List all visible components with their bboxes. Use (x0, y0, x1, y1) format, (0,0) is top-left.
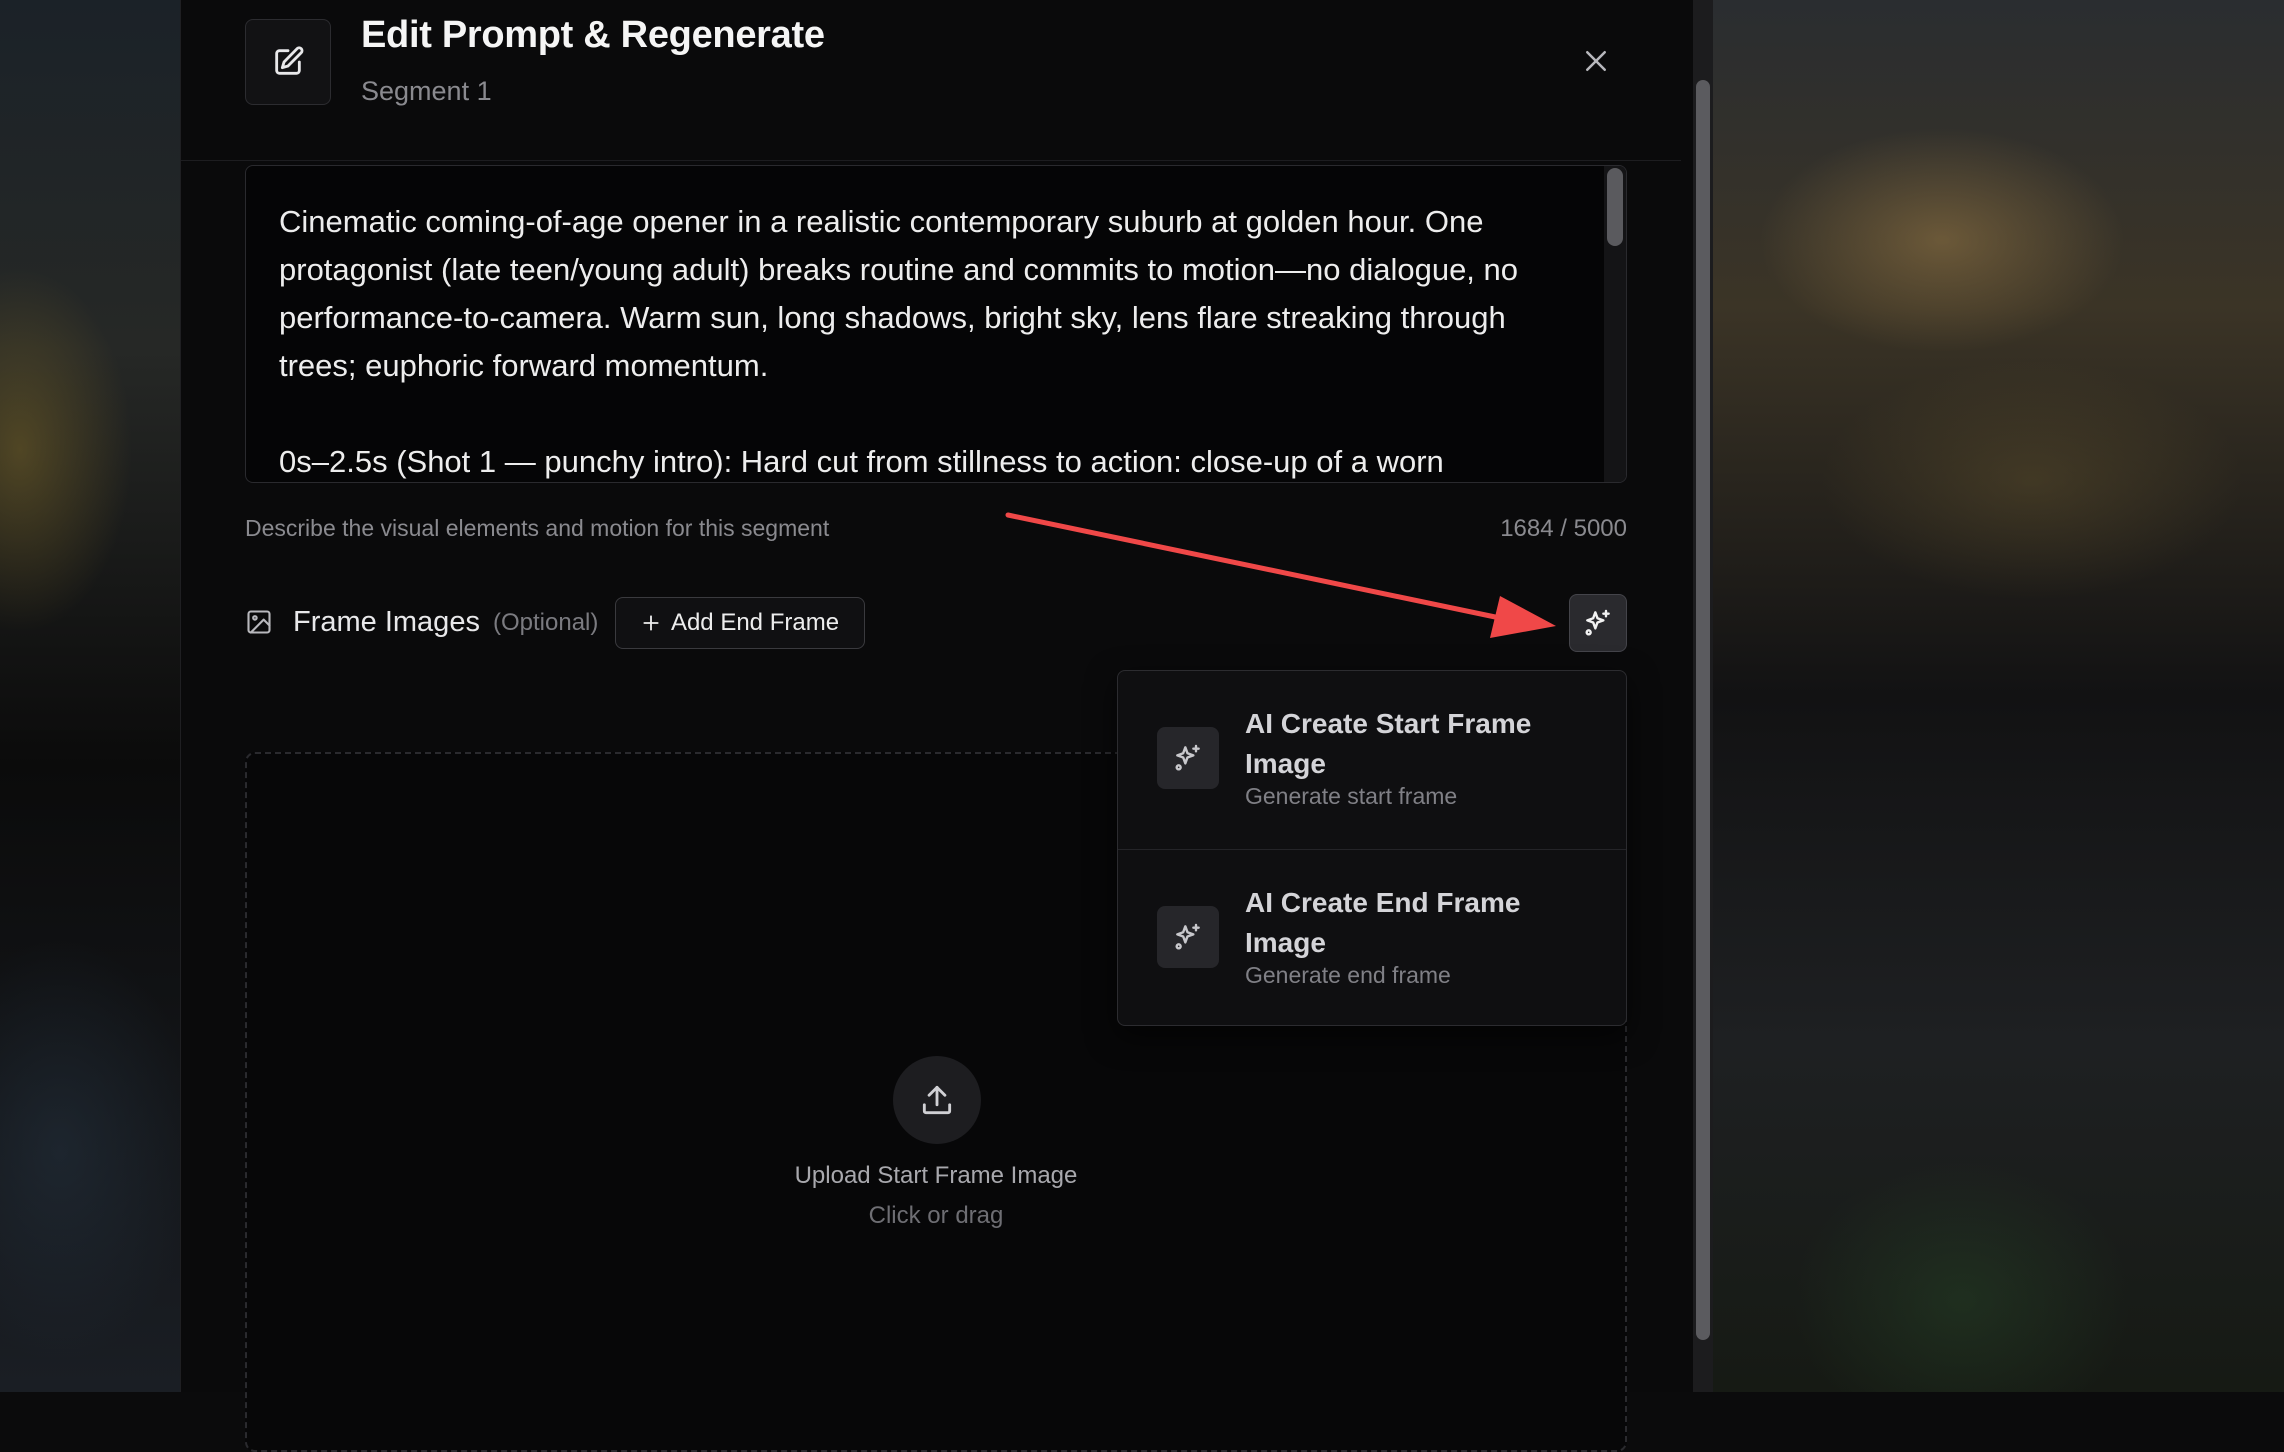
add-end-frame-label: Add End Frame (670, 609, 840, 636)
modal-subtitle: Segment 1 (361, 76, 492, 106)
image-icon (247, 610, 271, 634)
menu-item-title: AI Create Start Frame Image (1245, 708, 1532, 779)
prompt-scrollbar-thumb[interactable] (1607, 168, 1623, 246)
menu-item-ai-end-frame[interactable]: AI Create End Frame Image Generate end f… (1118, 849, 1626, 1025)
upload-icon (893, 1056, 981, 1144)
menu-item-title: AI Create End Frame Image (1245, 887, 1521, 958)
character-counter: 1684 / 5000 (1500, 515, 1627, 542)
add-end-frame-button[interactable]: Add End Frame (615, 597, 865, 649)
close-button[interactable] (1571, 36, 1621, 86)
menu-item-subtitle: Generate end frame (1245, 962, 1451, 988)
sparkles-icon (1157, 906, 1219, 968)
frame-images-optional: (Optional) (493, 609, 599, 636)
ai-create-menu: AI Create Start Frame Image Generate sta… (1117, 670, 1627, 1026)
prompt-textarea[interactable]: Cinematic coming-of-age opener in a real… (245, 165, 1627, 483)
upload-title: Upload Start Frame Image (794, 1162, 1078, 1189)
sparkles-icon (1157, 727, 1219, 789)
menu-item-subtitle: Generate start frame (1245, 783, 1458, 809)
ai-generate-button[interactable] (1569, 594, 1627, 652)
frame-images-label: Frame Images (293, 606, 480, 638)
background-right (1712, 0, 2284, 1392)
edit-prompt-modal: Edit Prompt & Regenerate Segment 1 Cinem… (180, 0, 1713, 1452)
plus-icon (643, 615, 659, 631)
close-icon (1586, 51, 1606, 71)
modal-scrollbar[interactable] (1693, 0, 1713, 1392)
edit-icon (245, 19, 331, 105)
modal-scrollbar-thumb[interactable] (1696, 80, 1710, 1340)
modal-title: Edit Prompt & Regenerate (361, 14, 825, 56)
background-left (0, 0, 180, 1392)
prompt-text: Cinematic coming-of-age opener in a real… (279, 204, 1519, 479)
prompt-scrollbar[interactable] (1604, 166, 1626, 482)
menu-item-ai-start-frame[interactable]: AI Create Start Frame Image Generate sta… (1118, 671, 1626, 848)
modal-header: Edit Prompt & Regenerate Segment 1 (181, 0, 1681, 161)
upload-subtitle: Click or drag (868, 1202, 1004, 1229)
sparkles-icon (1585, 609, 1610, 636)
prompt-hint: Describe the visual elements and motion … (245, 515, 830, 541)
